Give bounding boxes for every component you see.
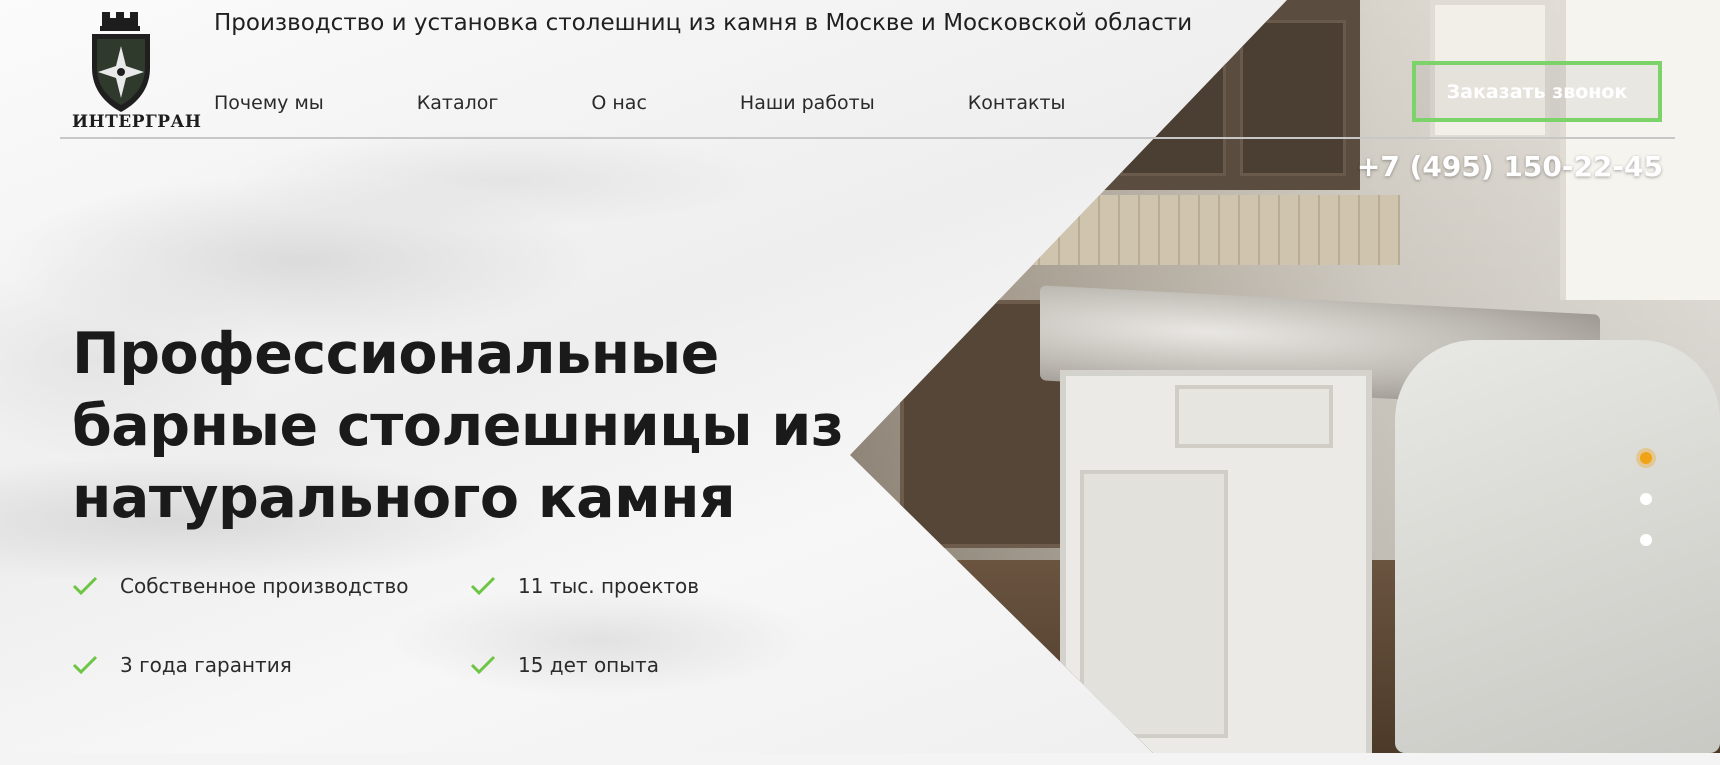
feature-label: Собственное производство — [120, 574, 409, 598]
feature-item: 3 года гарантия — [72, 653, 292, 677]
order-call-button[interactable]: Заказать звонок — [1412, 61, 1662, 122]
feature-item: Собственное производство — [72, 574, 409, 598]
logo-text: ИНТЕРГРАН — [72, 112, 202, 132]
nav-item-why-us[interactable]: Почему мы — [214, 92, 324, 114]
main-nav: Почему мы Каталог О нас Наши работы Конт… — [214, 92, 1159, 114]
nav-item-our-works[interactable]: Наши работы — [740, 92, 875, 114]
shield-crest-icon — [92, 12, 150, 112]
slider-dot-2[interactable] — [1640, 493, 1652, 505]
nav-item-about[interactable]: О нас — [591, 92, 647, 114]
check-icon — [72, 576, 98, 596]
nav-item-contacts[interactable]: Контакты — [968, 92, 1066, 114]
check-icon — [470, 576, 496, 596]
feature-item: 15 дет опыта — [470, 653, 659, 677]
nav-divider — [60, 137, 1675, 139]
slider-dot-1[interactable] — [1640, 452, 1652, 464]
phone-number[interactable]: +7 (495) 150-22-45 — [1357, 150, 1663, 183]
feature-label: 3 года гарантия — [120, 653, 292, 677]
check-icon — [72, 655, 98, 675]
slider-dot-3[interactable] — [1640, 534, 1652, 546]
feature-item: 11 тыс. проектов — [470, 574, 699, 598]
tagline: Производство и установка столешниц из ка… — [214, 10, 1193, 36]
check-icon — [470, 655, 496, 675]
nav-item-catalog[interactable]: Каталог — [417, 92, 499, 114]
hero-title: Профессиональные барные столешницы из на… — [72, 321, 844, 531]
feature-label: 11 тыс. проектов — [518, 574, 700, 598]
feature-label: 15 дет опыта — [518, 653, 659, 677]
